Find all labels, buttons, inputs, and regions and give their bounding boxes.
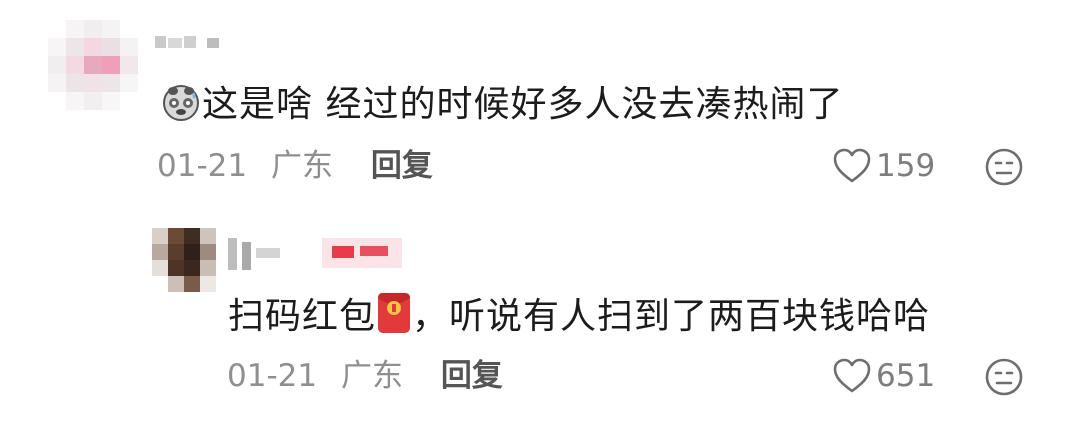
face-emoji-icon[interactable] bbox=[984, 147, 1024, 187]
comment-date: 01-21 bbox=[157, 148, 248, 184]
red-envelope-emoji-icon bbox=[376, 292, 412, 345]
user-badge bbox=[322, 234, 402, 272]
comment-body-end: ，听说有人扫到了两百块钱哈哈 bbox=[412, 296, 931, 337]
avatar[interactable] bbox=[152, 228, 216, 292]
comment-body-start: 扫码红包 bbox=[228, 296, 377, 337]
comment-date: 01-21 bbox=[227, 358, 318, 394]
username[interactable] bbox=[155, 36, 225, 50]
comment-meta: 01-21 广东 回复 bbox=[157, 146, 433, 186]
reply-button[interactable]: 回复 bbox=[441, 358, 503, 394]
comment-region: 广东 bbox=[270, 148, 333, 184]
username[interactable] bbox=[228, 236, 308, 272]
face-emoji-icon[interactable] bbox=[984, 357, 1024, 397]
panda-sweat-emoji-icon bbox=[160, 80, 202, 133]
heart-outline-icon bbox=[832, 357, 872, 395]
avatar[interactable] bbox=[48, 20, 138, 110]
comment-region: 广东 bbox=[340, 358, 403, 394]
comment-text: 这是啥 经过的时候好多人没去凑热闹了 bbox=[160, 80, 843, 133]
comment-meta: 01-21 广东 回复 bbox=[227, 356, 503, 396]
like-count: 651 bbox=[876, 358, 936, 394]
comment-text: 扫码红包 ，听说有人扫到了两百块钱哈哈 bbox=[228, 292, 930, 345]
reply-button[interactable]: 回复 bbox=[371, 148, 433, 184]
heart-outline-icon bbox=[832, 147, 872, 185]
comment-body: 这是啥 经过的时候好多人没去凑热闹了 bbox=[202, 84, 844, 125]
comment-item: 这是啥 经过的时候好多人没去凑热闹了 01-21 广东 回复 159 bbox=[0, 0, 1080, 210]
like-button[interactable]: 651 bbox=[832, 356, 935, 396]
reply-comment-item: 扫码红包 ，听说有人扫到了两百块钱哈哈 01-21 广东 回复 651 bbox=[0, 210, 1080, 425]
like-button[interactable]: 159 bbox=[832, 146, 935, 186]
like-count: 159 bbox=[876, 148, 936, 184]
